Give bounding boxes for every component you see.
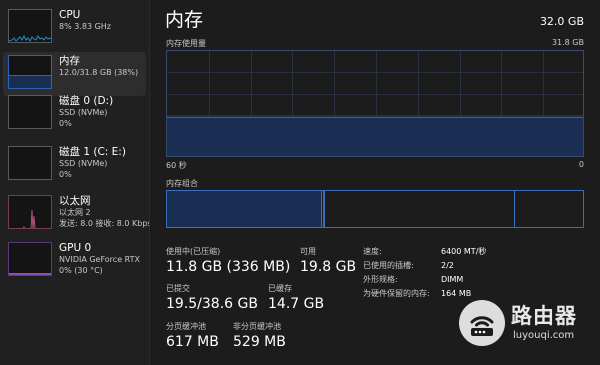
paged-pool-value: 617 MB (166, 334, 219, 350)
available-label: 可用 (300, 247, 316, 256)
sidebar-item-gpu[interactable]: GPU 0 NVIDIA GeForce RTX 0% (30 °C) (3, 239, 146, 283)
disk-1-thumbnail-graph (8, 146, 52, 180)
sidebar-item-disk-1[interactable]: 磁盘 1 (C: E:) SSD (NVMe) 0% (3, 143, 146, 187)
memory-usage-area (167, 117, 583, 156)
memory-usage-chart (167, 51, 583, 156)
speed-label: 速度: (363, 247, 382, 256)
memory-usage-graph (166, 50, 584, 157)
sidebar-item-cpu[interactable]: CPU 8% 3.83 GHz (3, 6, 146, 50)
sidebar-item-ethernet[interactable]: 以太网 以太网 2 发送: 8.0 接收: 8.0 Kbps (3, 192, 149, 236)
sidebar-item-detail: NVIDIA GeForce RTX (59, 255, 141, 264)
sidebar-item-detail: SSD (NVMe) (59, 159, 108, 168)
page-title: 内存 (165, 9, 204, 31)
sidebar-item-detail: 以太网 2 (59, 208, 91, 217)
sidebar-item-memory[interactable]: 内存 12.0/31.8 GB (38%) (3, 52, 146, 96)
hardware-reserved-label: 为硬件保留的内存: (363, 289, 430, 298)
in-use-value: 11.8 GB (336 MB) (166, 259, 291, 275)
nonpaged-pool-label: 非分页缓冲池 (233, 322, 281, 331)
nonpaged-pool-value: 529 MB (233, 334, 286, 350)
paged-pool-label: 分页缓冲池 (166, 322, 206, 331)
in-use-label: 使用中(已压缩) (166, 247, 221, 256)
memory-usage-max: 31.8 GB (551, 38, 584, 47)
disk-0-thumbnail-graph (8, 95, 52, 129)
performance-sidebar: CPU 8% 3.83 GHz 内存 12.0/31.8 GB (38%) 磁盘… (0, 0, 150, 365)
memory-composition-label: 内存组合 (166, 179, 198, 188)
sidebar-item-title: 内存 (59, 55, 80, 67)
committed-label: 已提交 (166, 284, 190, 293)
sidebar-item-detail: SSD (NVMe) (59, 108, 108, 117)
sidebar-item-detail: 12.0/31.8 GB (38%) (59, 68, 139, 77)
sidebar-item-detail: 0% (59, 169, 72, 179)
ethernet-thumbnail-graph (8, 195, 52, 229)
sidebar-item-title: GPU 0 (59, 242, 92, 254)
sidebar-item-title: 磁盘 1 (C: E:) (59, 146, 126, 158)
memory-usage-label: 内存使用量 (166, 39, 206, 48)
sidebar-item-detail: 0% (30 °C) (59, 265, 103, 275)
sidebar-item-title: CPU (59, 9, 81, 21)
cached-label: 已缓存 (268, 284, 292, 293)
watermark-url: luyouqi.com (513, 330, 575, 341)
graph-time-axis-start: 60 秒 (166, 161, 187, 170)
slots-used-value: 2/2 (441, 261, 454, 270)
memory-composition-bar[interactable] (166, 190, 584, 228)
slots-used-label: 已使用的插槽: (363, 261, 414, 270)
composition-free-segment[interactable] (516, 191, 583, 227)
hardware-reserved-value: 164 MB (441, 289, 472, 298)
sidebar-item-detail: 发送: 8.0 接收: 8.0 Kbps (59, 218, 149, 228)
cpu-thumbnail-graph (8, 9, 52, 43)
sidebar-item-detail: 0% (59, 118, 72, 128)
composition-standby-segment[interactable] (325, 191, 515, 227)
form-factor-label: 外形规格: (363, 275, 398, 284)
memory-capacity: 32.0 GB (539, 15, 584, 28)
watermark-title: 路由器 (511, 304, 577, 328)
memory-thumbnail-graph (8, 55, 52, 89)
form-factor-value: DIMM (441, 275, 464, 284)
gpu-thumbnail-graph (8, 242, 52, 276)
sidebar-item-detail: 8% 3.83 GHz (59, 22, 112, 31)
router-logo-icon (459, 300, 505, 346)
sidebar-item-disk-0[interactable]: 磁盘 0 (D:) SSD (NVMe) 0% (3, 92, 146, 136)
speed-value: 6400 MT/秒 (441, 247, 487, 256)
graph-time-axis-end: 0 (578, 160, 584, 169)
site-watermark: 路由器 luyouqi.com (459, 300, 593, 350)
composition-in-use-segment[interactable] (167, 191, 322, 227)
committed-value: 19.5/38.6 GB (166, 296, 258, 312)
sidebar-item-title: 磁盘 0 (D:) (59, 95, 114, 107)
cached-value: 14.7 GB (268, 296, 325, 312)
available-value: 19.8 GB (300, 259, 357, 275)
sidebar-item-title: 以太网 (59, 195, 91, 207)
